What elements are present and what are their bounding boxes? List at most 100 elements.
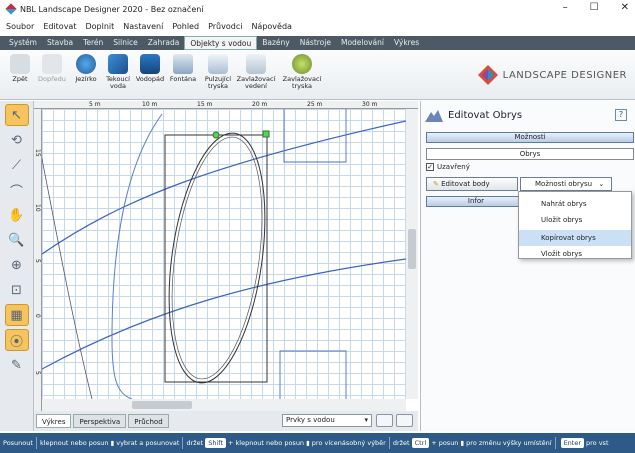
edit-points-button[interactable]: ✎ Editovat body (426, 177, 518, 191)
menu-doplnit[interactable]: Doplnit (85, 22, 114, 31)
tab-objekty-s-vodou[interactable]: Objekty s vodou (184, 36, 258, 50)
zoom-in-icon: ⊕ (11, 257, 22, 273)
status-bar: Posunout klepnout nebo posun ▮ vybrat a … (0, 433, 635, 453)
layer-dropdown-button[interactable] (396, 414, 413, 427)
tab-teren[interactable]: Terén (78, 36, 108, 50)
layer-list-button[interactable] (376, 414, 393, 427)
line-icon: ⟋ (11, 157, 22, 173)
ruler-left: 15 10 5 0 5 (34, 109, 42, 411)
zoom-extent-tool[interactable]: ⊡ (5, 279, 29, 301)
drawing-canvas[interactable]: 5 m 10 m 15 m 20 m 25 m 30 m 15 10 5 0 5 (34, 101, 418, 411)
key-shift: Shift (205, 438, 226, 448)
vertical-scroll-thumb[interactable] (408, 229, 416, 269)
fountain-button[interactable]: Fontána (163, 52, 203, 83)
tab-nastroje[interactable]: Nástroje (295, 36, 336, 50)
blue-outline-bottom (279, 350, 347, 399)
menu-nastaveni[interactable]: Nastavení (123, 22, 163, 31)
paint-icon: ✎ (11, 357, 22, 373)
pan-tool[interactable]: ✋ (5, 204, 29, 226)
maximize-button[interactable]: ☐ (590, 2, 599, 13)
menu-item-kopirovat-obrys[interactable]: Kopírovat obrys (519, 230, 631, 246)
pulse-nozzle-button[interactable]: Pulzující tryska (198, 52, 238, 90)
terrain-curve-lower (42, 258, 406, 370)
snap-tool[interactable]: ⦿ (4, 329, 29, 351)
tool-palette: ↖ ⟲ ⟋ ⌒ ✋ 🔍 ⊕ ⊡ ▦ ⦿ ✎ (0, 101, 34, 431)
grid-tool[interactable]: ▦ (4, 304, 29, 326)
chevron-down-icon: ▾ (364, 416, 368, 424)
tab-vykres[interactable]: Výkres (389, 36, 424, 50)
tab-silnice[interactable]: Silnice (108, 36, 143, 50)
horizontal-scroll-thumb[interactable] (132, 401, 192, 409)
tab-obrys[interactable]: Obrys (426, 148, 634, 160)
undo-icon (10, 54, 30, 74)
closed-checkbox-row[interactable]: ✓ Uzavřený (426, 163, 470, 171)
fountain-icon (173, 54, 193, 74)
magnet-icon: ⦿ (9, 334, 23, 350)
menu-item-vlozit-obrys[interactable]: Vložit obrys (519, 246, 631, 262)
tab-stavba[interactable]: Stavba (42, 36, 78, 50)
chevron-down-icon: ⌄ (598, 180, 605, 188)
edit-outline-panel: Editovat Obrys ? Možnosti Obrys ✓ Uzavře… (420, 101, 635, 431)
select-tool[interactable]: ↖ (4, 104, 29, 126)
tab-bazeny[interactable]: Bazény (257, 36, 294, 50)
key-ctrl: Ctrl (411, 438, 430, 448)
brand-logo-text: LANDSCAPE DESIGNER (502, 69, 627, 81)
layer-select[interactable]: Prvky s vodou ▾ (282, 414, 372, 427)
horizontal-scrollbar[interactable] (42, 399, 406, 411)
tab-zahrada[interactable]: Zahrada (143, 36, 185, 50)
closed-checkbox[interactable]: ✓ (426, 163, 434, 171)
pond-outline-outer (168, 132, 266, 384)
irrigation-nozzle-icon (292, 54, 312, 74)
menu-pruvodci[interactable]: Průvodci (208, 22, 242, 31)
tab-system[interactable]: Systém (4, 36, 42, 50)
arrow-cursor-icon: ↖ (11, 107, 22, 123)
menu-bar: Soubor Editovat Doplnit Nastavení Pohled… (0, 18, 635, 34)
brand-logo-icon (477, 65, 498, 85)
pond-icon (76, 54, 96, 74)
menu-napoveda[interactable]: Nápověda (251, 22, 292, 31)
key-enter: Enter (560, 438, 585, 448)
rotate-icon: ⟲ (11, 132, 22, 148)
options-button[interactable]: Možnosti (426, 132, 634, 143)
menu-item-ulozit-obrys[interactable]: Uložit obrys (519, 212, 631, 228)
pulse-nozzle-icon (208, 54, 228, 74)
stream-icon (108, 54, 128, 74)
irrigation-line-button[interactable]: Zavlažovací vedení (236, 52, 276, 90)
menu-pohled[interactable]: Pohled (172, 22, 199, 31)
minimize-button[interactable]: – (563, 2, 568, 13)
line-tool[interactable]: ⟋ (5, 154, 29, 176)
tab-modelovani[interactable]: Modelování (336, 36, 389, 50)
canvas-grid[interactable] (42, 109, 406, 399)
tab-pruchod[interactable]: Průchod (128, 414, 169, 428)
outline-options-menu: Nahrát obrys Uložit obrys Kopírovat obry… (518, 191, 632, 259)
menu-item-nahrat-obrys[interactable]: Nahrát obrys (519, 196, 631, 212)
ruler-top: 5 m 10 m 15 m 20 m 25 m 30 m (34, 101, 418, 109)
closed-label: Uzavřený (437, 163, 470, 171)
tab-perspektiva[interactable]: Perspektiva (73, 414, 127, 428)
brand-logo: LANDSCAPE DESIGNER (477, 64, 627, 86)
mouse-icon: ▮ (460, 439, 465, 447)
hand-icon: ✋ (8, 207, 25, 223)
title-bar: NBL Landscape Designer 2020 - Bez označe… (0, 0, 635, 18)
mountain-icon (425, 110, 443, 122)
menu-editovat[interactable]: Editovat (43, 22, 76, 31)
outline-options-button[interactable]: Možnosti obrysu ⌄ (520, 177, 612, 191)
zoom-icon: 🔍 (8, 232, 25, 248)
rotate-tool[interactable]: ⟲ (5, 129, 29, 151)
canvas-drawing (42, 109, 406, 399)
close-button[interactable]: ✕ (621, 2, 629, 13)
terrain-curve-upper (42, 120, 406, 255)
menu-soubor[interactable]: Soubor (6, 22, 34, 31)
irrigation-nozzle-button[interactable]: Zavlažovací tryska (282, 52, 322, 90)
vertical-scrollbar[interactable] (406, 109, 418, 399)
zoom-extent-icon: ⊡ (11, 282, 22, 298)
paint-tool[interactable]: ✎ (5, 354, 29, 376)
zoom-tool[interactable]: 🔍 (5, 229, 29, 251)
grid-icon: ▦ (10, 307, 23, 323)
zoom-in-tool[interactable]: ⊕ (5, 254, 29, 276)
control-point-corner (262, 130, 270, 138)
info-button[interactable]: Infor (426, 196, 526, 207)
arc-tool[interactable]: ⌒ (5, 179, 29, 201)
tab-vykres-view[interactable]: Výkres (36, 414, 72, 428)
help-button[interactable]: ? (615, 109, 627, 121)
